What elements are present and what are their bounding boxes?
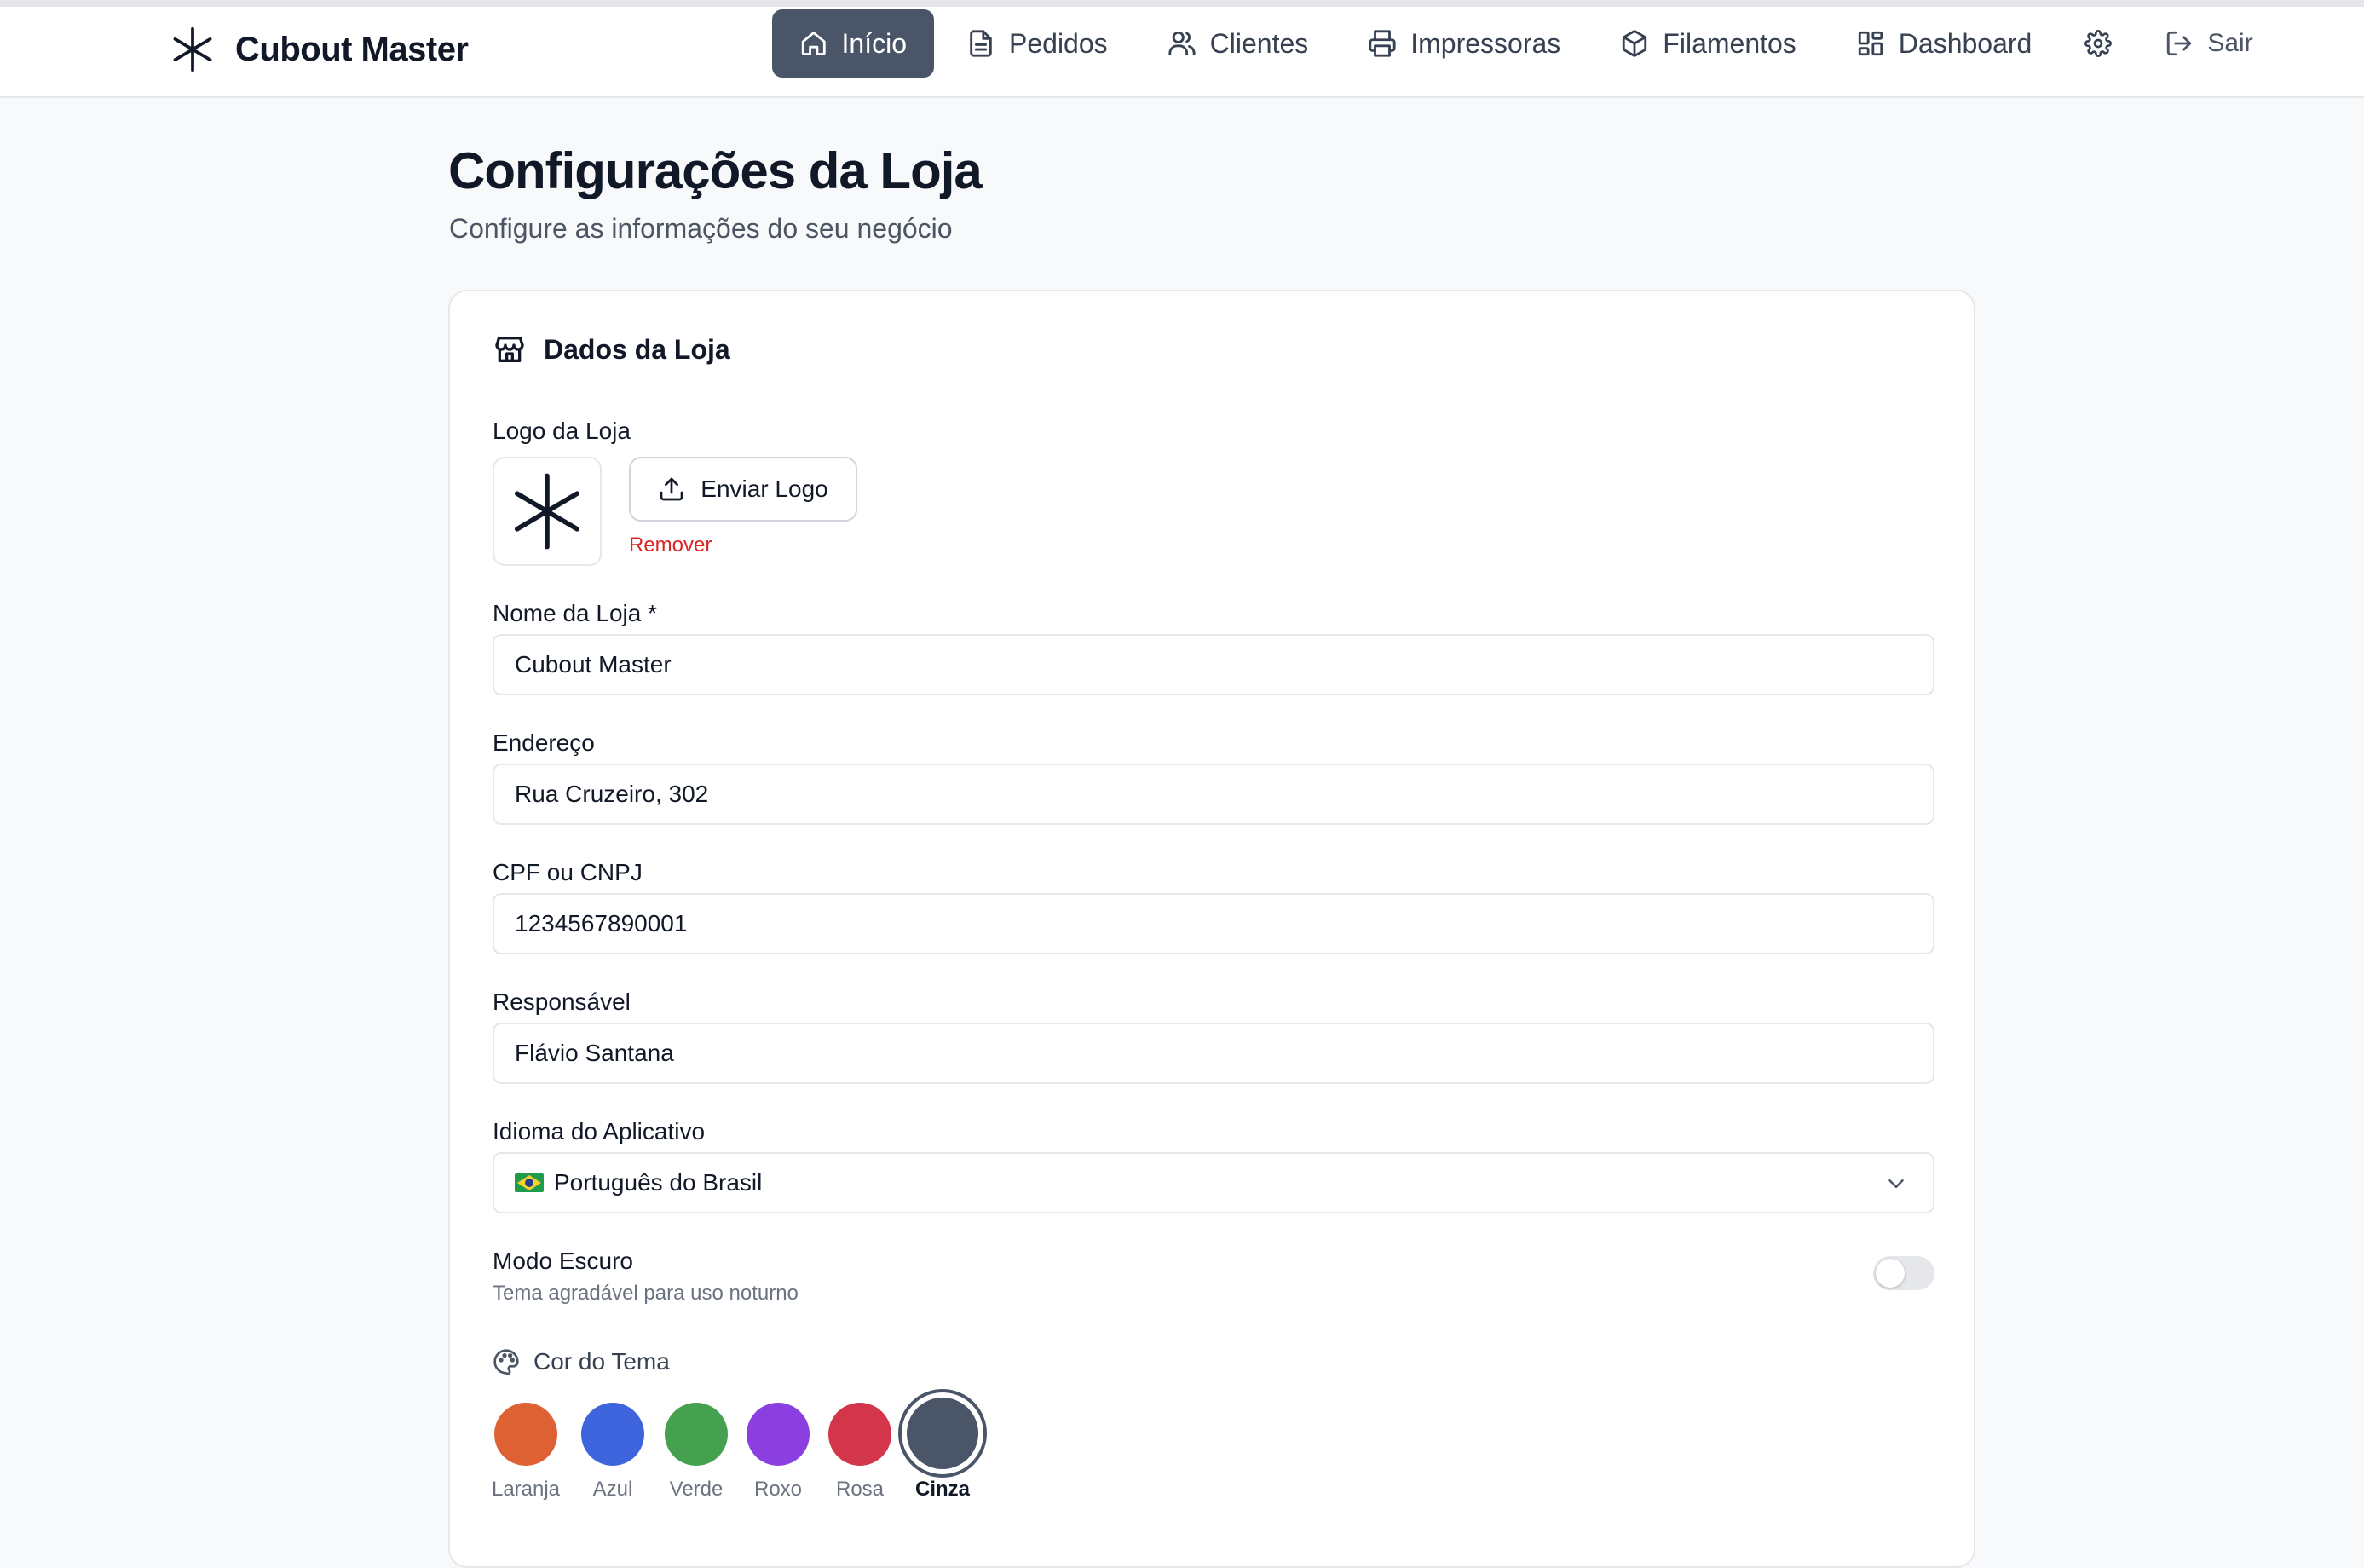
home-icon xyxy=(801,32,826,55)
nav-item-pedidos[interactable]: Pedidos xyxy=(939,9,1135,78)
grid-icon xyxy=(1858,31,1883,56)
page-title: Configurações da Loja xyxy=(448,142,983,199)
asterisk-logo-icon xyxy=(173,26,212,72)
nav-item-dashboard[interactable]: Dashboard xyxy=(1829,9,2060,78)
store-settings-card: Dados da Loja Logo da Loja Enviar Logo R… xyxy=(448,290,1975,1568)
nav-item-impressoras[interactable]: Impressoras xyxy=(1341,9,1588,78)
nav-label: Dashboard xyxy=(1898,27,2032,59)
store-icon xyxy=(495,337,524,362)
page-subtitle: Configure as informações do seu negócio xyxy=(449,213,953,244)
nav-item-clientes[interactable]: Clientes xyxy=(1140,9,1336,78)
card-header: Dados da Loja xyxy=(493,332,730,366)
box-icon xyxy=(1623,30,1647,57)
document-label: CPF ou CNPJ xyxy=(493,859,643,885)
store-name-label: Nome da Loja * xyxy=(493,600,658,626)
nav-item-filamentos[interactable]: Filamentos xyxy=(1593,9,1824,78)
upload-icon xyxy=(660,477,683,501)
theme-swatch-laranja[interactable] xyxy=(494,1403,557,1466)
brand[interactable]: Cubout Master xyxy=(169,19,469,80)
brand-name: Cubout Master xyxy=(235,30,469,68)
address-input[interactable]: Rua Cruzeiro, 302 xyxy=(493,764,1934,825)
theme-swatch-rosa[interactable] xyxy=(828,1403,891,1466)
main-nav: Início Pedidos Clientes Impressoras Fila… xyxy=(772,9,2286,78)
users-icon xyxy=(1168,31,1196,56)
logout-icon xyxy=(2167,31,2192,56)
logout-button[interactable]: Sair xyxy=(2137,9,2280,78)
card-title: Dados da Loja xyxy=(544,333,730,365)
nav-label: Clientes xyxy=(1209,27,1309,59)
theme-swatch-label-selected: Cinza xyxy=(914,1478,970,1501)
dark-mode-label: Modo Escuro xyxy=(493,1248,633,1274)
language-select[interactable]: Português do Brasil xyxy=(493,1152,1934,1213)
nav-item-inicio[interactable]: Início xyxy=(772,9,934,78)
theme-swatch-cinza[interactable] xyxy=(907,1398,978,1469)
nav-label: Pedidos xyxy=(1009,27,1108,59)
logout-label: Sair xyxy=(2207,29,2253,57)
nav-label: Início xyxy=(841,27,907,59)
toggle-knob xyxy=(1876,1259,1905,1288)
top-navbar: Cubout Master Início Pedidos Clientes Im… xyxy=(0,7,2364,98)
address-label: Endereço xyxy=(493,729,595,756)
language-value: Português do Brasil xyxy=(554,1169,763,1196)
theme-color-label: Cor do Tema xyxy=(533,1348,670,1375)
palette-icon xyxy=(493,1349,519,1375)
theme-swatch-azul[interactable] xyxy=(581,1403,644,1466)
theme-swatch-verde[interactable] xyxy=(665,1403,728,1466)
settings-button[interactable] xyxy=(2064,9,2132,78)
store-name-input[interactable]: Cubout Master xyxy=(493,634,1934,695)
printer-icon xyxy=(1369,30,1396,57)
asterisk-logo-icon xyxy=(515,473,579,550)
upload-logo-label: Enviar Logo xyxy=(701,476,828,502)
owner-input[interactable]: Flávio Santana xyxy=(493,1023,1934,1084)
nav-label: Impressoras xyxy=(1410,27,1561,59)
brazil-flag-icon xyxy=(515,1173,544,1192)
document-input[interactable]: 1234567890001 xyxy=(493,893,1934,954)
dark-mode-helper: Tema agradável para uso noturno xyxy=(493,1282,799,1305)
logo-label: Logo da Loja xyxy=(493,418,631,444)
window-top-border xyxy=(0,0,2364,7)
nav-label: Filamentos xyxy=(1663,27,1796,59)
logo-preview xyxy=(493,457,602,566)
file-text-icon xyxy=(970,30,992,57)
owner-label: Responsável xyxy=(493,989,631,1015)
gear-icon xyxy=(2084,30,2113,57)
upload-logo-button[interactable]: Enviar Logo xyxy=(629,457,857,522)
remove-logo-link[interactable]: Remover xyxy=(629,533,712,557)
chevron-down-icon xyxy=(1888,1179,1904,1188)
language-label: Idioma do Aplicativo xyxy=(493,1118,706,1144)
theme-color-header: Cor do Tema xyxy=(493,1348,670,1375)
dark-mode-toggle[interactable] xyxy=(1873,1256,1934,1290)
theme-swatch-roxo[interactable] xyxy=(747,1403,810,1466)
